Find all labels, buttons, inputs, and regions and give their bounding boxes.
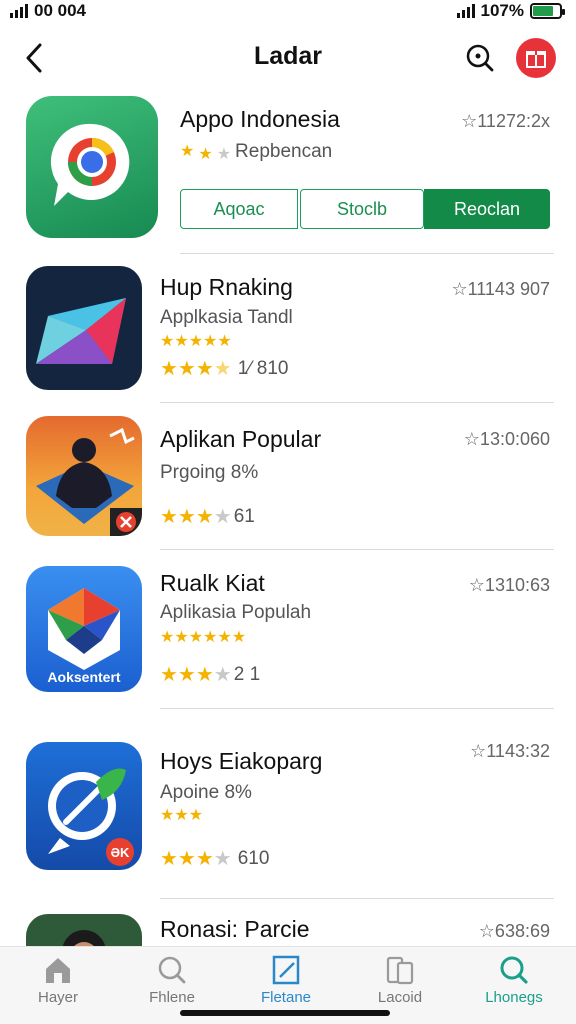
tab-lacoid[interactable]: Lacoid	[352, 955, 448, 1006]
app-subtitle: Prgoing 8%	[160, 462, 259, 483]
subtitle-text: Repbencan	[235, 141, 333, 162]
app-list-item[interactable]: Hup Rnaking ☆11143 907 Applkasia Tandl ★…	[0, 262, 576, 402]
avatar	[26, 914, 142, 946]
app-subtitle: Aplikasia Populah	[160, 602, 312, 623]
segment-aqoac[interactable]: Aqoac	[180, 189, 298, 229]
tab-fletane[interactable]: Fletane	[238, 955, 334, 1006]
rating-count: 1⁄ 810	[237, 358, 289, 379]
rating: ★★★ ★ 1⁄ 810	[160, 358, 289, 380]
tab-label: Fhlene	[149, 989, 195, 1006]
rating-count: 610	[237, 848, 270, 869]
app-icon	[26, 266, 142, 390]
rating-top: ★★★	[160, 807, 204, 824]
app-meta: ☆11143 907	[451, 279, 550, 299]
app-name: Appo Indonesia	[180, 106, 340, 132]
gift-button[interactable]	[516, 38, 556, 78]
rating: ★★★ ★ 2 1	[160, 664, 261, 686]
app-icon	[26, 416, 142, 536]
status-bar: 00 004 107%	[0, 0, 576, 22]
app-subtitle: Apoine 8%	[160, 782, 252, 803]
cellular-icon	[456, 4, 475, 18]
app-name: Rualk Kiat	[160, 570, 265, 596]
divider	[160, 549, 554, 550]
star-icon: ★	[216, 146, 232, 163]
edit-icon	[272, 955, 300, 985]
app-meta: ☆11272:2x	[461, 111, 550, 131]
status-left: 00 004	[10, 1, 86, 21]
tab-lhonegs[interactable]: Lhonegs	[466, 955, 562, 1006]
search-icon	[500, 956, 528, 984]
rating-count: 61	[233, 506, 255, 527]
app-list-item[interactable]: Aoksentert Rualk Kiat ☆1310:63 Aplikasia…	[0, 560, 576, 710]
search-button[interactable]	[460, 38, 500, 78]
app-name: Hup Rnaking	[160, 274, 293, 300]
divider	[180, 253, 554, 254]
app-list-item[interactable]: ƏK Hoys Eiakoparg ☆1143:32 Apoine 8% ★★★…	[0, 736, 576, 896]
divider	[160, 708, 554, 709]
search-icon	[158, 956, 186, 984]
battery-icon	[530, 3, 565, 19]
devices-icon	[386, 956, 414, 985]
battery-percent: 107%	[480, 1, 524, 20]
app-name: Aplikan Popular	[160, 426, 322, 452]
segmented-control: Aqoac Stoclb Reoclan	[180, 189, 550, 229]
app-subtitle: ★ ★ ★ Repbencan	[180, 141, 332, 163]
app-meta: ☆1310:63	[468, 575, 550, 595]
rating-top: ★★★★★	[160, 333, 232, 350]
app-subtitle: Applkasia Tandl	[160, 307, 293, 328]
app-icon: ƏK	[26, 742, 142, 870]
rating-top: ★★★★★★	[160, 629, 247, 646]
rating: ★★★ ★ 61	[160, 506, 255, 528]
chat-app-icon	[26, 96, 158, 238]
rating: ★★★ ★ 610	[160, 848, 270, 870]
home-indicator	[180, 1010, 390, 1016]
app-meta: ☆638:69	[478, 921, 550, 941]
app-name: Hoys Eiakoparg	[160, 748, 323, 774]
status-time: 00 004	[34, 1, 86, 20]
search-icon	[466, 44, 494, 72]
gift-icon	[526, 51, 546, 68]
tab-hayer[interactable]: Hayer	[10, 955, 106, 1006]
icon-label: Aoksentert	[47, 669, 120, 685]
divider	[160, 402, 554, 403]
signal-icon	[10, 4, 28, 18]
app-name: Ronasi: Parcie	[160, 916, 310, 942]
segment-reoclan[interactable]: Reoclan	[424, 189, 550, 229]
tab-label: Fletane	[260, 989, 312, 1006]
tab-label: Lacoid	[377, 989, 423, 1006]
icon-badge: ƏK	[111, 845, 130, 860]
tab-fhlene[interactable]: Fhlene	[124, 955, 220, 1006]
app-meta: ☆13:0:060	[463, 429, 550, 449]
star-icon: ★	[198, 146, 213, 163]
divider	[160, 898, 554, 899]
segment-stoclb[interactable]: Stoclb	[300, 189, 424, 229]
app-list-item[interactable]: Aplikan Popular ☆13:0:060 Prgoing 8% ★★★…	[0, 412, 576, 548]
app-icon: Aoksentert	[26, 566, 142, 692]
app-list-item[interactable]: Ronasi: Parcie ☆638:69	[0, 906, 576, 946]
status-right: 107%	[456, 1, 565, 21]
tab-label: Hayer	[37, 989, 78, 1006]
app-meta: ☆1143:32	[470, 741, 550, 761]
home-icon	[46, 958, 70, 983]
rating-count: 2 1	[233, 664, 261, 685]
header: Ladar	[0, 30, 576, 86]
tab-label: Lhonegs	[485, 989, 543, 1006]
star-icon: ★	[180, 143, 195, 160]
